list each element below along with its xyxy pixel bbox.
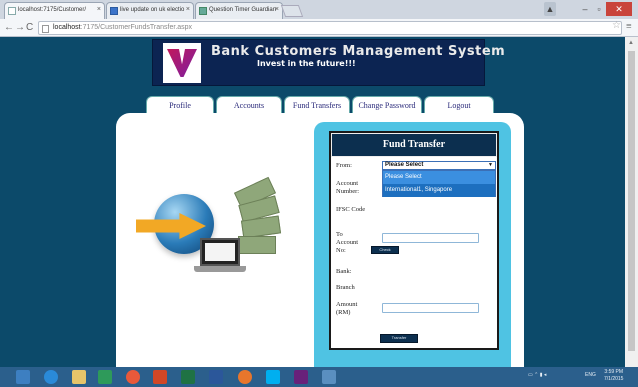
- close-tab-icon[interactable]: ×: [275, 6, 279, 13]
- reload-icon[interactable]: C: [26, 22, 33, 33]
- address-bar-row: ← → C localhost:7175/CustomerFundsTransf…: [0, 19, 638, 37]
- amount-input[interactable]: [382, 303, 479, 313]
- user-icon[interactable]: ▲: [544, 2, 556, 16]
- amount-label: Amount (RM): [336, 301, 358, 316]
- browser-tab[interactable]: Question Timer Guardian ×: [195, 2, 283, 19]
- nav-change-password[interactable]: Change Password: [352, 96, 422, 113]
- from-option[interactable]: International1, Singapore: [383, 184, 495, 197]
- from-account-select[interactable]: Please Select ▼: [382, 161, 496, 170]
- url-input[interactable]: localhost:7175/CustomerFundsTransfer.asp…: [38, 21, 622, 35]
- guardian-icon: [199, 7, 207, 15]
- site-tagline: Invest in the future!!!: [257, 59, 356, 68]
- firefox-icon[interactable]: [238, 370, 252, 384]
- to-account-label: To Account No:: [336, 231, 359, 254]
- skype-icon[interactable]: [266, 370, 280, 384]
- transfer-button[interactable]: Transfer: [380, 334, 418, 343]
- ie-icon[interactable]: [44, 370, 58, 384]
- browser-tab[interactable]: live update on uk electio ×: [106, 2, 194, 19]
- fund-transfer-form: Fund Transfer From: Please Select ▼ Acco…: [329, 131, 499, 350]
- maximize-button[interactable]: ▫: [592, 2, 606, 16]
- from-option[interactable]: Please Select: [383, 171, 495, 184]
- blue-app-icon: [110, 7, 118, 15]
- chevron-down-icon: ▼: [488, 162, 493, 168]
- chrome-icon[interactable]: [126, 370, 140, 384]
- close-tab-icon[interactable]: ×: [97, 6, 101, 13]
- page-icon: [42, 25, 49, 33]
- from-label: From:: [336, 162, 352, 169]
- account-number-label: Account Number:: [336, 180, 360, 195]
- bank-label: Bank:: [336, 268, 352, 275]
- word-icon[interactable]: [209, 370, 223, 384]
- scroll-thumb[interactable]: [628, 51, 635, 351]
- new-tab-button[interactable]: [280, 5, 304, 17]
- site-banner: Bank Customers Management System Invest …: [152, 39, 505, 86]
- tab-title: Question Timer Guardian: [209, 7, 277, 13]
- url-path: :7175/CustomerFundsTransfer.aspx: [80, 24, 193, 31]
- form-heading: Fund Transfer: [331, 133, 497, 157]
- nav-profile[interactable]: Profile: [146, 96, 214, 113]
- excel-icon[interactable]: [181, 370, 195, 384]
- visual-studio-icon[interactable]: [294, 370, 308, 384]
- language-indicator[interactable]: ENG: [585, 372, 596, 378]
- tab-title: localhost:7175/Customer/: [18, 7, 87, 13]
- page-icon: [8, 7, 16, 15]
- browser-tab[interactable]: localhost:7175/Customer/ ×: [4, 2, 105, 19]
- scroll-up-icon[interactable]: ▲: [628, 40, 634, 46]
- laptop-image: [200, 238, 240, 266]
- powerpoint-icon[interactable]: [153, 370, 167, 384]
- menu-icon[interactable]: ≡: [626, 21, 632, 32]
- check-button[interactable]: Check: [371, 246, 399, 254]
- back-icon[interactable]: ←: [4, 22, 14, 33]
- branch-label: Branch: [336, 284, 355, 291]
- from-options-list[interactable]: Please Select International1, Singapore: [382, 170, 496, 197]
- windows-taskbar: ▭ ⌃ ▮ ◂ ENG 3:59 PM 7/1/2015: [0, 367, 638, 387]
- file-explorer-icon[interactable]: [72, 370, 86, 384]
- clock[interactable]: 3:59 PM 7/1/2015: [604, 369, 623, 383]
- browser-tab-bar: localhost:7175/Customer/ × live update o…: [0, 0, 638, 19]
- tab-title: live update on uk electio: [120, 7, 185, 13]
- close-tab-icon[interactable]: ×: [186, 6, 190, 13]
- clock-time: 3:59 PM: [604, 369, 624, 375]
- from-selected-value: Please Select: [385, 162, 424, 168]
- page-scrollbar[interactable]: ▲: [625, 37, 638, 367]
- nav-accounts[interactable]: Accounts: [216, 96, 282, 113]
- forward-icon[interactable]: →: [15, 22, 25, 33]
- start-button[interactable]: [16, 370, 30, 384]
- nav-logout[interactable]: Logout: [424, 96, 494, 113]
- minimize-button[interactable]: –: [578, 2, 592, 16]
- bookmark-star-icon[interactable]: ☆: [612, 20, 621, 31]
- bank-logo: [163, 43, 201, 83]
- to-account-input[interactable]: [382, 233, 479, 243]
- nav-fund-transfers[interactable]: Fund Transfers: [284, 96, 350, 113]
- tray-icons[interactable]: ▭ ⌃ ▮ ◂: [528, 372, 546, 378]
- store-icon[interactable]: [98, 370, 112, 384]
- ifsc-label: IFSC Code: [336, 206, 366, 213]
- url-host: localhost: [53, 24, 81, 31]
- close-window-button[interactable]: ✕: [606, 2, 632, 16]
- paint-icon[interactable]: [322, 370, 336, 384]
- site-title: Bank Customers Management System: [211, 44, 506, 59]
- clock-date: 7/1/2015: [604, 376, 624, 382]
